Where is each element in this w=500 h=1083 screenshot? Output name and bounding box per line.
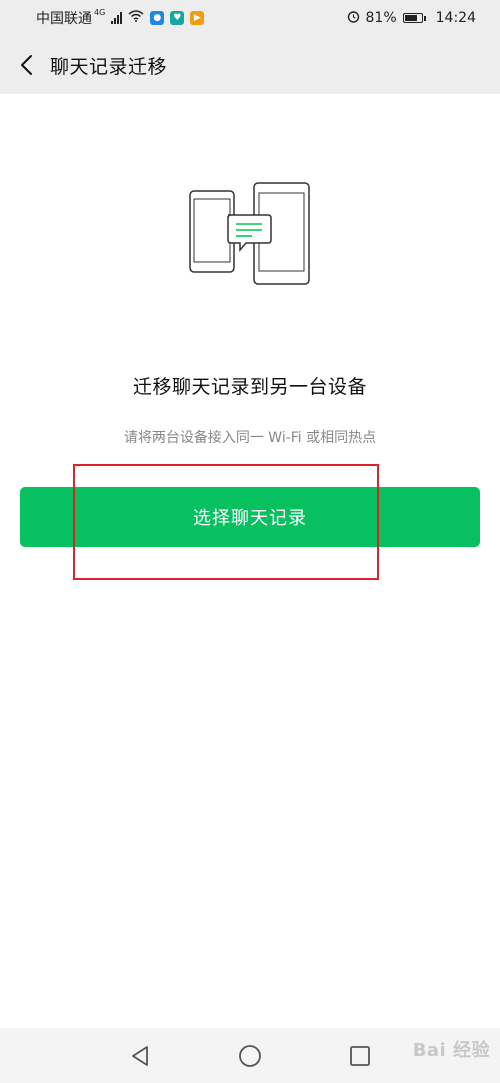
- headline: 迁移聊天记录到另一台设备: [132, 376, 367, 398]
- status-bar: 中国联通 4G ● ♥ ▶ 81% 14:24: [0, 0, 500, 36]
- instruction-text: 请将两台设备接入同一 Wi-Fi 或相同热点: [123, 430, 377, 446]
- page-title: 聊天记录迁移: [50, 55, 168, 78]
- back-triangle-icon[interactable]: [128, 1044, 152, 1068]
- app-badge-orange-icon: ▶: [190, 11, 205, 25]
- home-circle-icon[interactable]: [238, 1044, 262, 1068]
- nav-bar: 聊天记录迁移: [0, 36, 500, 94]
- network-type: 4G: [94, 7, 106, 17]
- battery-icon: [402, 13, 426, 23]
- status-right: 81% 14:24: [347, 10, 476, 27]
- alarm-icon: [347, 10, 360, 27]
- recents-square-icon[interactable]: [348, 1044, 372, 1068]
- app-badge-blue-icon: ●: [150, 11, 165, 25]
- select-chat-history-button[interactable]: 选择聊天记录: [20, 487, 480, 547]
- carrier-name: 中国联通: [36, 11, 92, 27]
- chevron-left-icon[interactable]: [12, 50, 42, 80]
- status-left: 中国联通 4G ● ♥ ▶: [36, 7, 205, 28]
- wifi-icon: [128, 10, 144, 26]
- signal-icon: [111, 12, 123, 24]
- clock: 14:24: [435, 10, 476, 26]
- battery-percent: 81%: [365, 10, 397, 26]
- watermark: Bai 经验: [412, 1040, 490, 1061]
- phone-to-tablet-transfer-icon: [188, 180, 314, 288]
- app-badge-teal-icon: ♥: [170, 11, 185, 25]
